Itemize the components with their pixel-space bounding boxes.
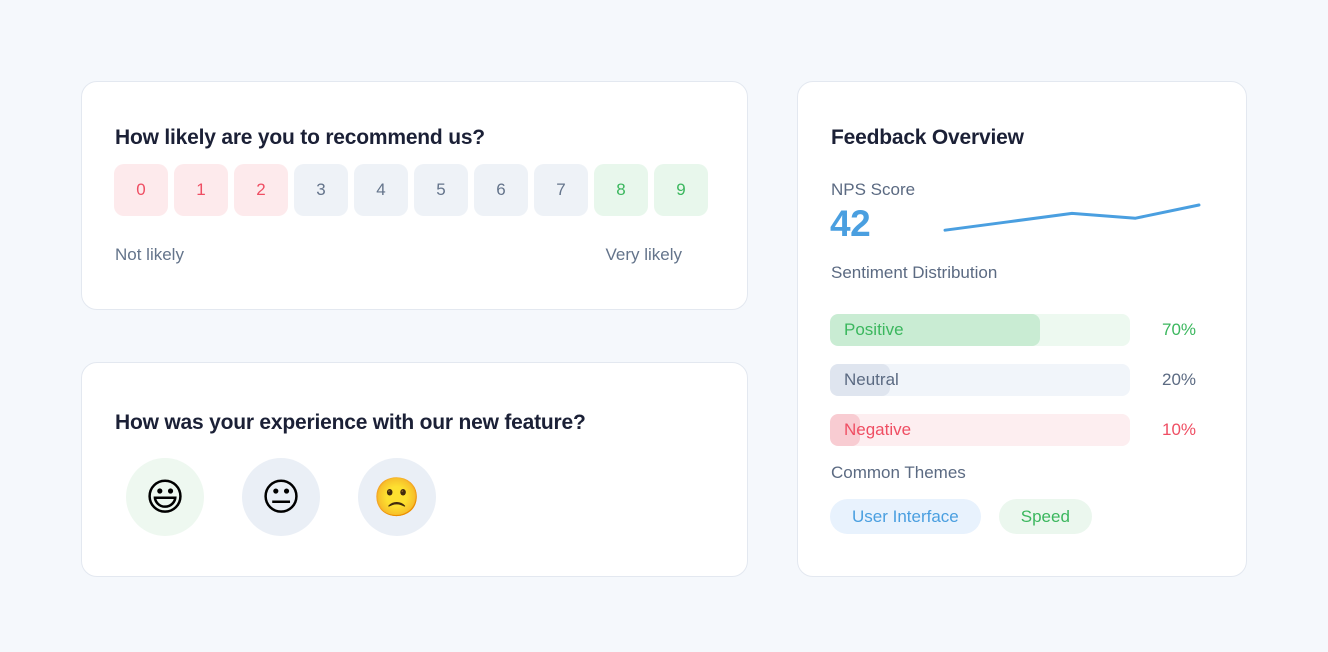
nps-low-label: Not likely bbox=[115, 245, 184, 264]
sentiment-bar-label: Positive bbox=[844, 320, 904, 339]
theme-chip[interactable]: User Interface bbox=[830, 499, 981, 534]
nps-question-card: How likely are you to recommend us? 0123… bbox=[81, 81, 748, 310]
nps-scale: 0123456789 bbox=[114, 164, 708, 216]
nps-high-label: Very likely bbox=[605, 245, 682, 264]
neutral-face-emoji[interactable]: 😐 bbox=[242, 458, 320, 536]
page-root: How likely are you to recommend us? 0123… bbox=[0, 0, 1328, 652]
common-themes-label: Common Themes bbox=[831, 463, 966, 482]
sentiment-row: Neutral 20% bbox=[830, 364, 1215, 396]
nps-option-6[interactable]: 6 bbox=[474, 164, 528, 216]
nps-option-1[interactable]: 1 bbox=[174, 164, 228, 216]
feedback-overview-card: Feedback Overview NPS Score 42 Sentiment… bbox=[797, 81, 1247, 577]
sentiment-bar-track: Neutral bbox=[830, 364, 1130, 396]
frowning-face-emoji[interactable]: 🙁 bbox=[358, 458, 436, 536]
sentiment-bar-label: Neutral bbox=[844, 370, 899, 389]
nps-trend-sparkline bbox=[943, 203, 1201, 232]
nps-option-8[interactable]: 8 bbox=[594, 164, 648, 216]
sentiment-bar-percent: 10% bbox=[1162, 420, 1197, 439]
nps-option-2[interactable]: 2 bbox=[234, 164, 288, 216]
sentiment-row: Positive 70% bbox=[830, 314, 1215, 346]
sentiment-bar-track: Positive bbox=[830, 314, 1130, 346]
nps-option-9[interactable]: 9 bbox=[654, 164, 708, 216]
sentiment-bar-percent: 70% bbox=[1162, 320, 1197, 339]
sentiment-bar-label: Negative bbox=[844, 420, 912, 439]
sentiment-bar-track: Negative bbox=[830, 414, 1130, 446]
sentiment-row: Negative 10% bbox=[830, 414, 1215, 446]
sentiment-distribution-label: Sentiment Distribution bbox=[831, 263, 998, 282]
sentiment-distribution-list: Positive 70% Neutral 20% Negative 10% bbox=[830, 314, 1215, 464]
experience-card-title: How was your experience with our new fea… bbox=[115, 411, 586, 435]
nps-option-7[interactable]: 7 bbox=[534, 164, 588, 216]
nps-option-0[interactable]: 0 bbox=[114, 164, 168, 216]
nps-option-3[interactable]: 3 bbox=[294, 164, 348, 216]
nps-scale-legend: Not likely Very likely bbox=[115, 245, 682, 265]
overview-card-title: Feedback Overview bbox=[831, 126, 1024, 150]
nps-option-5[interactable]: 5 bbox=[414, 164, 468, 216]
theme-chip[interactable]: Speed bbox=[998, 499, 1092, 534]
nps-card-title: How likely are you to recommend us? bbox=[115, 126, 485, 150]
emoji-rating-row: 😃 😐 🙁 bbox=[126, 458, 436, 536]
grinning-face-emoji[interactable]: 😃 bbox=[126, 458, 204, 536]
nps-score-value: 42 bbox=[830, 203, 871, 244]
experience-question-card: How was your experience with our new fea… bbox=[81, 362, 748, 577]
nps-score-label: NPS Score bbox=[831, 180, 916, 199]
nps-option-4[interactable]: 4 bbox=[354, 164, 408, 216]
sentiment-bar-percent: 20% bbox=[1162, 370, 1197, 389]
common-themes-chips: User Interface Speed bbox=[830, 499, 1092, 534]
